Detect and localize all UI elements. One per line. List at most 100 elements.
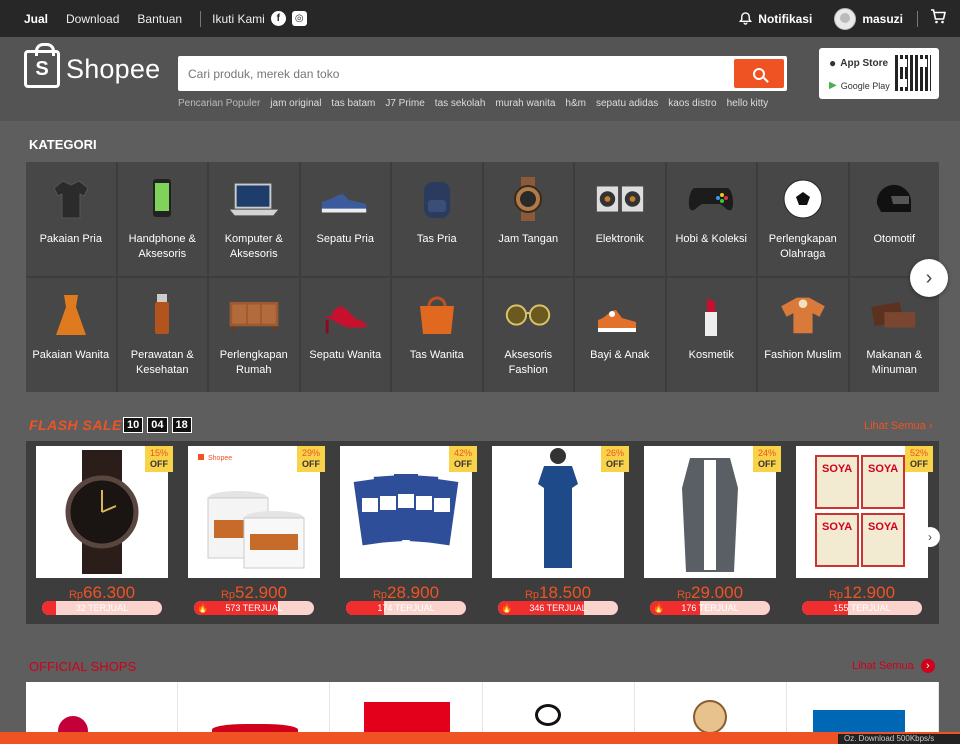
qr-code — [895, 55, 931, 91]
category-label: Makanan & Minuman — [866, 349, 923, 376]
category-item[interactable]: Fashion Muslim — [758, 278, 848, 392]
sold-count: 32 TERJUAL — [75, 603, 129, 613]
flash-sale-item[interactable]: SOYA SOYA SOYA SOYA 52% OFF Rp12.900 155 TERJUA… — [796, 446, 933, 618]
search-input[interactable] — [178, 56, 731, 91]
flash-see-all-link[interactable]: Lihat Semua › — [864, 420, 933, 432]
category-item[interactable]: Komputer & Aksesoris — [209, 162, 299, 276]
sold-progress-bar: 174 TERJUAL — [346, 601, 466, 615]
category-item[interactable]: Tas Wanita — [392, 278, 482, 392]
flash-sale-item[interactable]: Shopee 29% OFF Rp52.900 🔥 573 TERJUAL — [188, 446, 325, 618]
sold-progress-fill — [42, 601, 57, 615]
category-item[interactable]: Sepatu Wanita — [300, 278, 390, 392]
flash-sale-item[interactable]: 42% OFF Rp28.900 174 TERJUAL — [340, 446, 477, 618]
avatar — [834, 7, 857, 30]
bantuan-link[interactable]: Bantuan — [137, 12, 182, 26]
search-bar — [178, 56, 787, 91]
price-value: 29.000 — [691, 583, 744, 602]
popular-search-link[interactable]: tas sekolah — [435, 98, 486, 109]
username: masuzi — [862, 11, 903, 26]
logo-text: Shopee — [66, 53, 161, 84]
speaker-icon — [593, 176, 647, 222]
brand-logo-icon — [534, 704, 561, 726]
fire-icon: 🔥 — [501, 603, 513, 613]
app-store-label: App Store — [840, 57, 889, 69]
facebook-icon[interactable]: f — [270, 11, 286, 26]
header: S Shopee Pencarian Populer jam original … — [0, 37, 960, 121]
chevron-right-icon: › — [928, 420, 933, 432]
discount-off: OFF — [606, 459, 624, 469]
category-label: Tas Wanita — [409, 349, 464, 361]
category-label: Jam Tangan — [498, 233, 559, 245]
official-see-all-link[interactable]: Lihat Semua › — [852, 659, 935, 673]
flash-sale-item[interactable]: 15% OFF Rp66.300 32 TERJUAL — [36, 446, 173, 618]
category-item[interactable]: Pakaian Pria — [26, 162, 116, 276]
baby-shoes-icon — [593, 292, 647, 338]
category-next-button[interactable]: › — [910, 259, 948, 297]
category-item[interactable]: Sepatu Pria — [300, 162, 390, 276]
popular-search-link[interactable]: hello kitty — [727, 98, 769, 109]
category-label: Hobi & Koleksi — [675, 233, 748, 245]
follow-label: Ikuti Kami — [212, 11, 265, 26]
sold-count: 346 TERJUAL — [529, 603, 587, 613]
timer-hours: 10 — [123, 417, 144, 433]
account-menu[interactable]: masuzi — [834, 7, 903, 30]
instagram-icon[interactable]: ◎ — [291, 11, 307, 26]
price-value: 12.900 — [843, 583, 896, 602]
category-label: Handphone & Aksesoris — [128, 233, 196, 260]
jual-link[interactable]: Jual — [24, 12, 48, 26]
gamepad-icon — [684, 176, 738, 222]
discount-percent: 24% — [757, 448, 776, 458]
app-download-box: ● App Store ▶ Google Play — [819, 48, 939, 99]
price-currency: Rp — [372, 589, 388, 601]
discount-off: OFF — [758, 459, 776, 469]
category-label: Elektronik — [595, 233, 644, 245]
popular-search-link[interactable]: sepatu adidas — [596, 98, 658, 109]
notifications-button[interactable]: Notifikasi — [739, 12, 812, 26]
product-price: Rp52.900 — [188, 583, 320, 603]
category-item[interactable]: Kosmetik — [666, 278, 756, 392]
category-item[interactable]: Handphone & Aksesoris — [117, 162, 207, 276]
discount-off: OFF — [910, 459, 928, 469]
category-item[interactable]: Perawatan & Kesehatan — [117, 278, 207, 392]
category-label: Tas Pria — [416, 233, 457, 245]
fire-icon: 🔥 — [197, 603, 209, 613]
flash-sale-item[interactable]: 24% OFF Rp29.000 🔥 176 TERJUAL — [644, 446, 781, 618]
popular-search-link[interactable]: J7 Prime — [385, 98, 424, 109]
price-value: 52.900 — [235, 583, 288, 602]
popular-search-link[interactable]: kaos distro — [668, 98, 716, 109]
sunglasses-icon — [501, 292, 555, 338]
category-item[interactable]: Perlengkapan Rumah — [209, 278, 299, 392]
category-item[interactable]: Hobi & Koleksi — [666, 162, 756, 276]
category-label: Bayi & Anak — [590, 349, 650, 361]
flash-sale-item[interactable]: 26% OFF Rp18.500 🔥 346 TERJUAL — [492, 446, 629, 618]
category-item[interactable]: Perlengkapan Olahraga — [758, 162, 848, 276]
svg-text:SOYA: SOYA — [822, 521, 852, 533]
category-item[interactable]: Bayi & Anak — [575, 278, 665, 392]
flash-next-button[interactable]: › — [920, 527, 940, 547]
google-play-link[interactable]: ▶ Google Play — [829, 80, 890, 91]
category-item[interactable]: Tas Pria — [392, 162, 482, 276]
search-button[interactable] — [734, 59, 784, 88]
popular-search-link[interactable]: h&m — [565, 98, 586, 109]
phone-icon — [135, 176, 189, 222]
category-label: Pakaian Wanita — [32, 349, 110, 361]
app-store-link[interactable]: ● App Store — [829, 56, 888, 70]
divider — [200, 10, 202, 27]
cart-icon[interactable] — [930, 8, 947, 29]
price-value: 66.300 — [83, 583, 136, 602]
download-link[interactable]: Download — [66, 12, 119, 26]
discount-off: OFF — [302, 459, 320, 469]
price-currency: Rp — [524, 589, 540, 601]
tunic-icon — [776, 292, 830, 338]
category-item[interactable]: Aksesoris Fashion — [483, 278, 573, 392]
see-all-label: Lihat Semua — [864, 420, 926, 432]
shopee-logo[interactable]: S Shopee — [24, 43, 161, 88]
category-item[interactable]: Pakaian Wanita — [26, 278, 116, 392]
popular-search-link[interactable]: jam original — [270, 98, 321, 109]
popular-search-link[interactable]: tas batam — [331, 98, 375, 109]
svg-text:SOYA: SOYA — [822, 463, 852, 475]
popular-search-link[interactable]: murah wanita — [495, 98, 555, 109]
category-item[interactable]: Jam Tangan — [483, 162, 573, 276]
category-item[interactable]: Elektronik — [575, 162, 665, 276]
play-icon: ▶ — [829, 80, 837, 91]
